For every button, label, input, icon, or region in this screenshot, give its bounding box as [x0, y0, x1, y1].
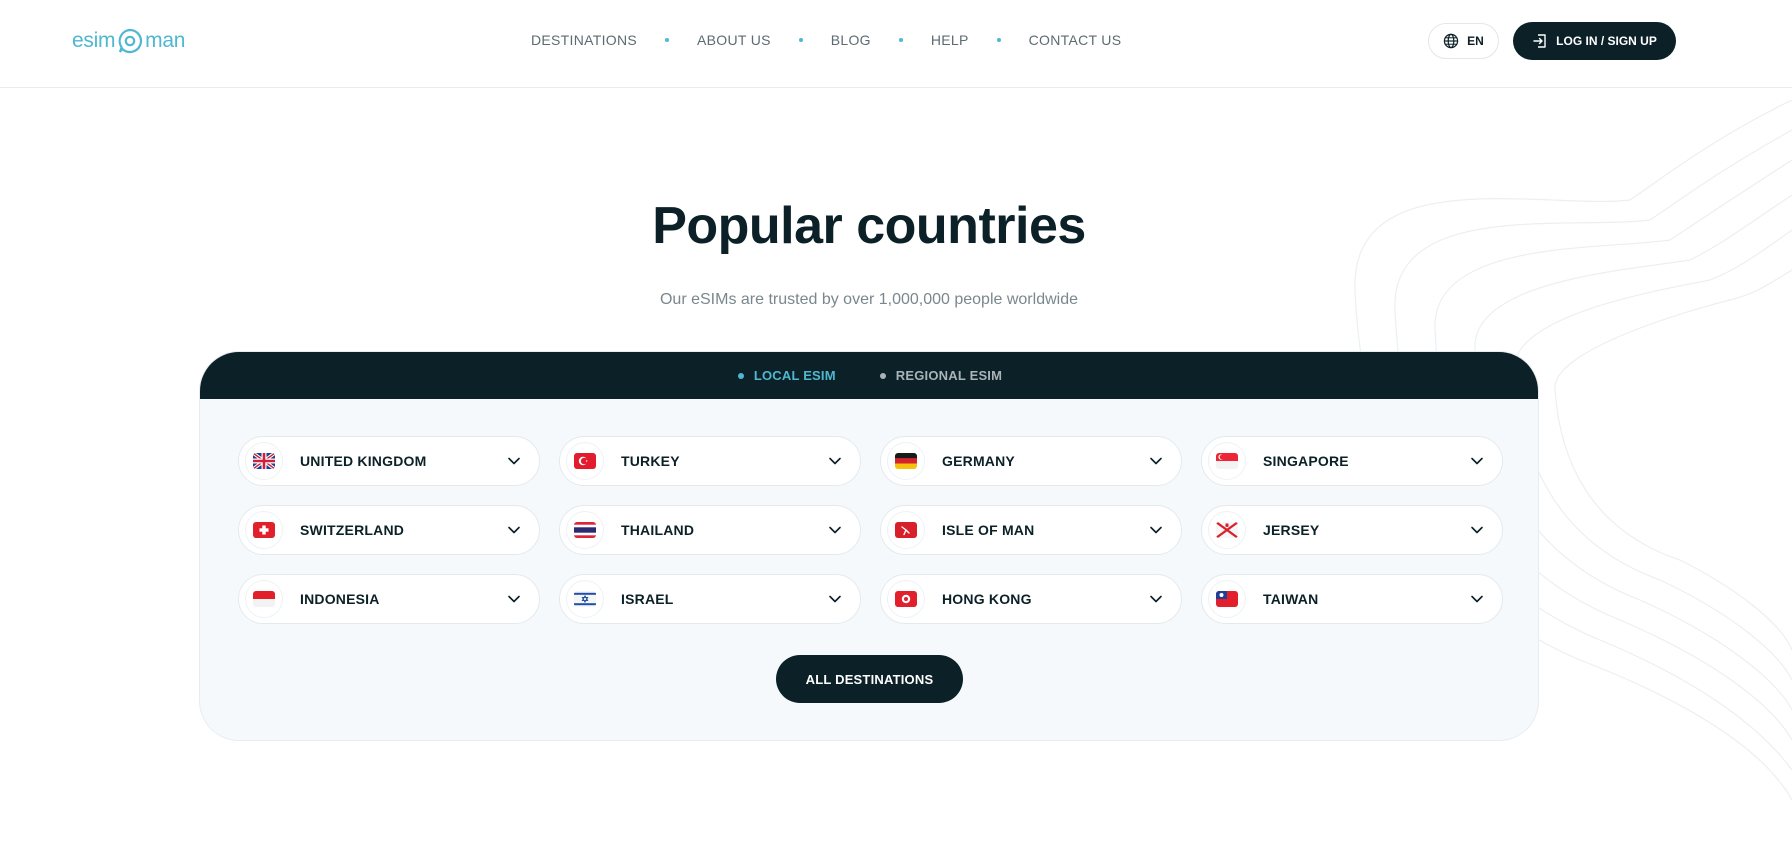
- nav-separator: [665, 38, 670, 42]
- all-destinations-button[interactable]: ALL DESTINATIONS: [776, 655, 963, 703]
- country-name: SINGAPORE: [1263, 453, 1349, 469]
- thailand-flag-icon: [574, 522, 596, 538]
- country-item-turkey[interactable]: TURKEY: [559, 436, 861, 486]
- flag-badge: [245, 442, 283, 480]
- nav-about-us[interactable]: ABOUT US: [697, 32, 771, 48]
- flag-badge: [887, 580, 925, 618]
- chevron-down-icon: [508, 457, 520, 465]
- country-name: TAIWAN: [1263, 591, 1319, 607]
- logo-text-right: man: [145, 29, 186, 52]
- logo-text-left: esim: [72, 29, 116, 52]
- switzerland-flag-icon: [253, 522, 275, 538]
- page-title: Popular countries: [652, 197, 1086, 255]
- chevron-down-icon: [1150, 526, 1162, 534]
- logo-bubble-icon: [117, 28, 143, 54]
- country-name: HONG KONG: [942, 591, 1032, 607]
- main-nav: DESTINATIONS ABOUT US BLOG HELP CONTACT …: [531, 30, 1121, 50]
- chevron-down-icon: [1471, 526, 1483, 534]
- germany-flag-icon: [895, 453, 917, 469]
- country-name: SWITZERLAND: [300, 522, 405, 538]
- flag-badge: [566, 580, 604, 618]
- tab-active-dot: [737, 372, 744, 379]
- nav-destinations[interactable]: DESTINATIONS: [531, 32, 637, 48]
- chevron-down-icon: [508, 595, 520, 603]
- flag-badge: [1208, 442, 1246, 480]
- chevron-down-icon: [829, 595, 841, 603]
- country-item-indonesia[interactable]: INDONESIA: [238, 574, 540, 624]
- country-name: INDONESIA: [300, 591, 380, 607]
- chevron-down-icon: [508, 526, 520, 534]
- nav-separator: [898, 38, 903, 42]
- country-name: ISLE OF MAN: [942, 522, 1035, 538]
- login-signup-button[interactable]: LOG IN / SIGN UP: [1513, 22, 1676, 60]
- chevron-down-icon: [1150, 595, 1162, 603]
- country-item-thailand[interactable]: THAILAND: [559, 505, 861, 555]
- esim-type-tabs: LOCAL ESIM REGIONAL ESIM: [200, 352, 1538, 399]
- isle-of-man-flag-icon: [895, 522, 917, 538]
- tab-label: REGIONAL ESIM: [895, 368, 1003, 383]
- country-item-singapore[interactable]: SINGAPORE: [1201, 436, 1503, 486]
- chevron-down-icon: [829, 457, 841, 465]
- country-item-isle-of-man[interactable]: ISLE OF MAN: [880, 505, 1182, 555]
- login-signup-label: LOG IN / SIGN UP: [1556, 34, 1657, 48]
- nav-contact-us[interactable]: CONTACT US: [1029, 32, 1122, 48]
- country-item-taiwan[interactable]: TAIWAN: [1201, 574, 1503, 624]
- nav-separator: [996, 38, 1001, 42]
- flag-badge: [887, 511, 925, 549]
- login-icon: [1533, 34, 1546, 48]
- countries-panel: LOCAL ESIM REGIONAL ESIM UNITED KINGDOM: [199, 351, 1539, 741]
- flag-badge: [566, 511, 604, 549]
- flag-badge: [245, 580, 283, 618]
- flag-badge: [1208, 511, 1246, 549]
- country-item-united-kingdom[interactable]: UNITED KINGDOM: [238, 436, 540, 486]
- tab-regional-esim[interactable]: REGIONAL ESIM: [879, 368, 1003, 383]
- country-name: JERSEY: [1263, 522, 1320, 538]
- country-item-germany[interactable]: GERMANY: [880, 436, 1182, 486]
- nav-blog[interactable]: BLOG: [831, 32, 871, 48]
- jersey-flag-icon: [1216, 522, 1238, 538]
- flag-badge: [566, 442, 604, 480]
- hong-kong-flag-icon: [895, 591, 917, 607]
- chevron-down-icon: [829, 526, 841, 534]
- country-item-hong-kong[interactable]: HONG KONG: [880, 574, 1182, 624]
- turkey-flag-icon: [574, 453, 596, 469]
- country-grid: UNITED KINGDOM TURKEY GERMANY SINGAPORE …: [238, 436, 1503, 624]
- country-item-switzerland[interactable]: SWITZERLAND: [238, 505, 540, 555]
- tab-dot: [879, 372, 886, 379]
- language-selector[interactable]: EN: [1428, 23, 1499, 59]
- country-name: TURKEY: [621, 453, 680, 469]
- globe-icon: [1443, 33, 1459, 49]
- flag-badge: [245, 511, 283, 549]
- logo[interactable]: esim man: [72, 26, 185, 56]
- country-name: ISRAEL: [621, 591, 674, 607]
- country-name: UNITED KINGDOM: [300, 453, 427, 469]
- singapore-flag-icon: [1216, 453, 1238, 469]
- tab-label: LOCAL ESIM: [753, 368, 836, 383]
- uk-flag-icon: [253, 453, 275, 469]
- country-name: THAILAND: [621, 522, 695, 538]
- language-label: EN: [1467, 34, 1484, 48]
- taiwan-flag-icon: [1216, 591, 1238, 607]
- flag-badge: [887, 442, 925, 480]
- israel-flag-icon: [574, 591, 596, 607]
- page-subtitle: Our eSIMs are trusted by over 1,000,000 …: [659, 291, 1078, 308]
- tab-local-esim[interactable]: LOCAL ESIM: [737, 368, 836, 383]
- nav-help[interactable]: HELP: [931, 32, 969, 48]
- nav-separator: [798, 38, 803, 42]
- country-item-jersey[interactable]: JERSEY: [1201, 505, 1503, 555]
- country-name: GERMANY: [942, 453, 1015, 469]
- site-header: esim man DESTINATIONS ABOUT US BLOG HELP…: [0, 0, 1792, 88]
- indonesia-flag-icon: [253, 591, 275, 607]
- flag-badge: [1208, 580, 1246, 618]
- chevron-down-icon: [1471, 457, 1483, 465]
- chevron-down-icon: [1150, 457, 1162, 465]
- chevron-down-icon: [1471, 595, 1483, 603]
- country-item-israel[interactable]: ISRAEL: [559, 574, 861, 624]
